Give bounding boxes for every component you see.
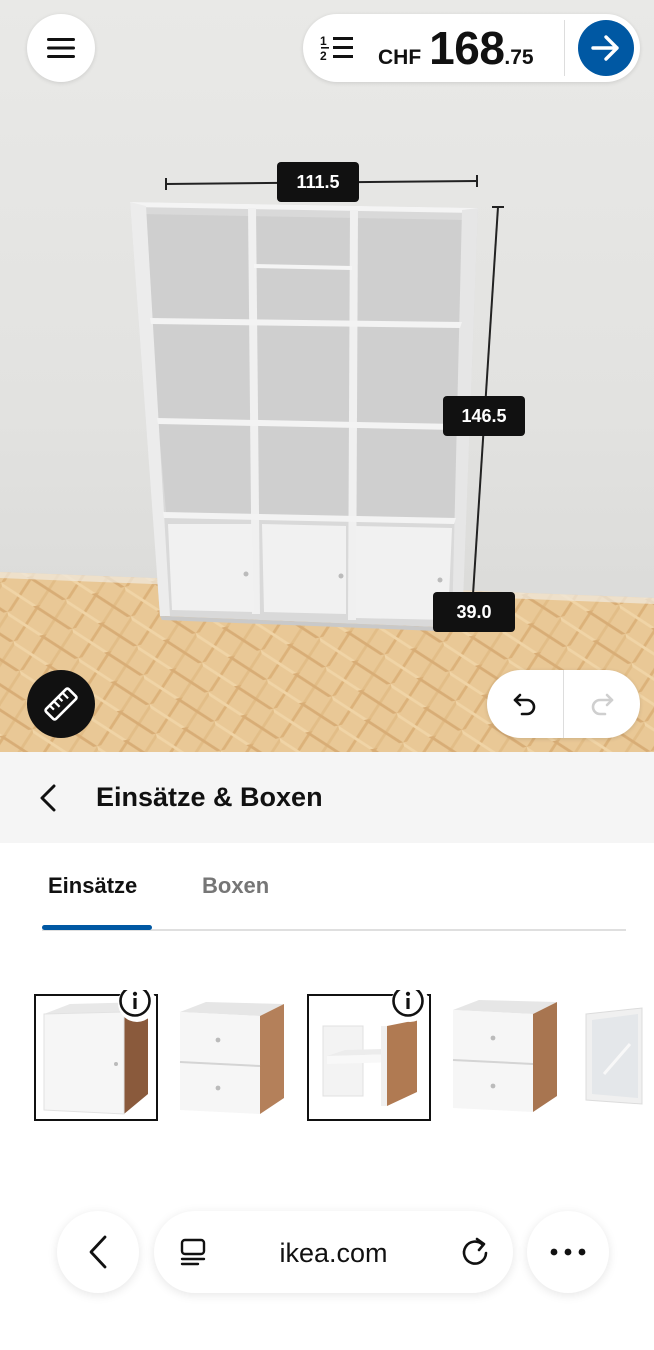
product-mirror-door-insert[interactable] [582,994,654,1121]
browser-toolbar: ikea.com [0,1195,654,1315]
divider [564,20,565,76]
total-price: CHF 168 .75 [378,21,534,75]
mirror-door-image [585,1007,643,1105]
reload-icon[interactable] [459,1235,491,1267]
tab-einsatze[interactable]: Einsätze [48,873,137,899]
arrow-right-icon [591,35,619,61]
panel-back-button[interactable] [28,778,68,818]
hamburger-menu-icon [47,38,75,58]
browser-more-button[interactable] [527,1211,609,1293]
product-info-button[interactable] [391,990,429,1022]
category-tabs: Einsätze Boxen [28,843,626,933]
measure-toggle-button[interactable] [27,670,95,738]
address-bar[interactable]: ikea.com [154,1211,513,1293]
menu-button[interactable] [27,14,95,82]
svg-text:2: 2 [320,49,327,63]
undo-icon [513,693,536,716]
browser-back-button[interactable] [57,1211,139,1293]
product-info-button[interactable] [118,990,156,1022]
redo-icon [591,693,614,716]
drawer-insert-image [179,1002,284,1114]
svg-text:1: 1 [320,34,327,48]
product-drawer-insert[interactable] [172,994,296,1121]
chevron-left-icon [89,1235,107,1269]
depth-dimension-label: 39.0 [433,592,515,632]
product-shelf-insert[interactable] [307,990,431,1121]
price-currency: CHF [378,46,422,69]
product-door-insert[interactable] [34,990,158,1121]
proceed-button[interactable] [578,20,634,76]
undo-button[interactable] [487,670,563,738]
tab-boxen[interactable]: Boxen [202,873,269,899]
info-icon [119,990,151,1017]
width-dimension-label: 111.5 [277,162,359,202]
height-dimension-label: 146.5 [443,396,525,436]
price-main: 168 [429,22,505,74]
shelf-unit [130,202,478,632]
undo-redo-controls [487,670,640,738]
numbered-list-icon: 1 2 [320,34,353,63]
chevron-left-icon [40,784,56,811]
panel-header: Einsätze & Boxen [0,752,654,843]
product-drawer-insert-alt[interactable] [445,994,569,1121]
info-icon [392,990,424,1017]
product-carousel[interactable] [0,990,654,1125]
ruler-icon [44,687,78,721]
active-tab-indicator [42,925,152,930]
room-planner-view[interactable]: 1 2 CHF 168 .75 111.5 146.5 39.0 [0,0,654,752]
room-render [0,175,654,752]
shopping-list-pill[interactable]: 1 2 CHF 168 .75 [303,14,640,82]
panel-title: Einsätze & Boxen [96,782,323,812]
price-cents: .75 [504,46,534,69]
more-dots-icon [550,1248,586,1256]
drawer-insert-alt-image [452,1000,557,1112]
redo-button[interactable] [564,670,640,738]
